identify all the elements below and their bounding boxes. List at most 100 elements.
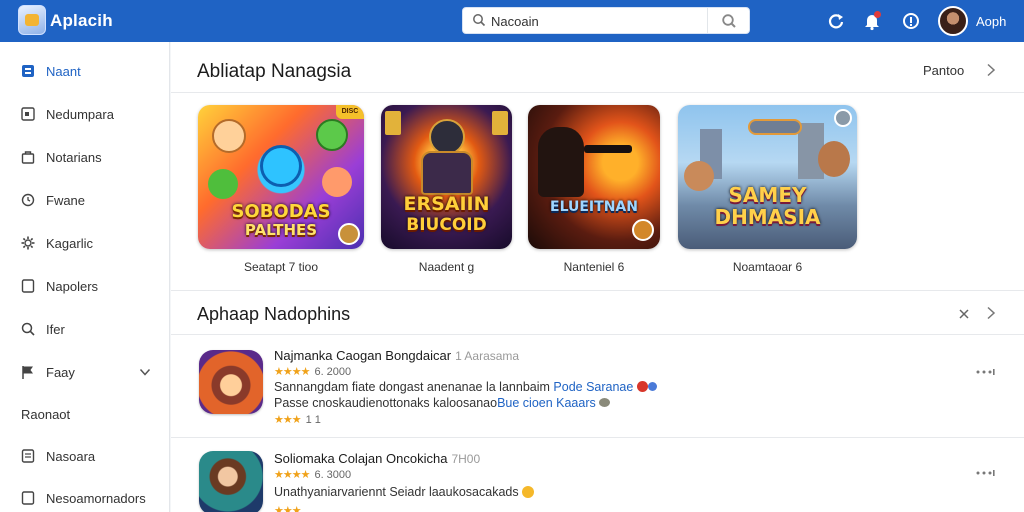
- sidebar-item-faay[interactable]: Faay: [0, 357, 169, 387]
- username[interactable]: Aoph: [976, 14, 1006, 29]
- app-title[interactable]: Soliomaka Colajan Oncokicha 7H00: [274, 451, 480, 466]
- divider: [171, 290, 1024, 291]
- notification-dot: [874, 11, 881, 18]
- game-title[interactable]: Noamtaoar 6: [678, 260, 857, 274]
- game-art-title: SOBODAS: [231, 201, 331, 222]
- game-title[interactable]: Seatapt 7 tioo: [198, 260, 364, 274]
- description-link[interactable]: Pode Saranae: [553, 380, 633, 394]
- app-icon[interactable]: [199, 350, 263, 414]
- game-title[interactable]: Nanteniel 6: [528, 260, 660, 274]
- app-title-text: Najmanka Caogan Bongdaicar: [274, 348, 452, 363]
- sidebar-item-raonaot[interactable]: Raonaot: [0, 399, 169, 429]
- search-input[interactable]: [491, 12, 691, 30]
- game-title[interactable]: Naadent g: [381, 260, 512, 274]
- chevron-down-icon[interactable]: [139, 366, 151, 378]
- stars-icon: ★★★: [274, 505, 302, 512]
- sidebar-item-kagarlic[interactable]: Kagarlic: [0, 228, 169, 258]
- star-rating: ★★★★ 6. 2000: [274, 365, 351, 378]
- app-description: Sannangdam fiate dongast anenanae la lan…: [274, 380, 657, 394]
- search-icon: [21, 322, 35, 336]
- sidebar-item-nedumpara[interactable]: Nedumpara: [0, 99, 169, 129]
- app-logo-icon[interactable]: [18, 5, 46, 35]
- search-box: [462, 7, 750, 34]
- brand-name[interactable]: Aplacih: [50, 11, 113, 31]
- app-icon[interactable]: [199, 451, 263, 512]
- divider: [171, 92, 1024, 93]
- description-link[interactable]: Bue cioen Kaaars: [497, 396, 596, 410]
- sidebar-item-label: Notarians: [46, 150, 102, 165]
- info-icon[interactable]: [901, 11, 921, 31]
- star-rating: ★★★★ 6. 3000: [274, 468, 351, 481]
- featured-card[interactable]: ERSAIIN BIUCOID Naadent g: [381, 105, 512, 275]
- close-icon[interactable]: [958, 308, 970, 320]
- sidebar-item-nasoara[interactable]: Nasoara: [0, 441, 169, 471]
- chevron-right-icon[interactable]: [985, 306, 997, 320]
- avatar[interactable]: [938, 6, 968, 36]
- list-section-title: Aphaap Nadophins: [197, 304, 351, 324]
- app-subtitle: 7H00: [451, 452, 481, 466]
- sidebar-item-home[interactable]: Naant: [0, 56, 169, 86]
- app-description: Unathyaniarvariennt Seiadr laaukosacakad…: [274, 485, 535, 499]
- flag-icon: [22, 366, 33, 379]
- app-icon: [22, 65, 34, 77]
- sidebar-item-ifer[interactable]: Ifer: [0, 314, 169, 344]
- rating-value: 6. 3000: [314, 469, 352, 481]
- more-options-icon[interactable]: [974, 468, 996, 478]
- stars-icon: ★★★★: [274, 469, 310, 481]
- rating-value: 6. 2000: [314, 366, 352, 378]
- square-icon: [21, 449, 35, 463]
- featured-card[interactable]: SAMEY DHMASIA Noamtaoar 6: [678, 105, 857, 275]
- chevron-right-icon[interactable]: [985, 63, 997, 77]
- featured-card[interactable]: SOBODAS PALTHES DISC Seatapt 7 tioo: [198, 105, 364, 275]
- divider: [171, 334, 1024, 335]
- sidebar-item-label: Fwane: [46, 193, 86, 208]
- game-thumbnail[interactable]: ELUEITNAN: [528, 105, 660, 249]
- sidebar-item-label: Ifer: [46, 322, 65, 337]
- sidebar-item-label: Nesoamornadors: [46, 491, 146, 506]
- stars-icon: ★★★: [274, 414, 302, 426]
- emoji-icon: [636, 381, 648, 392]
- game-badge-icon: [338, 223, 360, 245]
- game-art-title: ELUEITNAN: [550, 199, 638, 215]
- sidebar-item-label: Kagarlic: [46, 236, 93, 251]
- app-subtitle: 1 Aarasama: [455, 349, 520, 363]
- rating-value: 1 1: [305, 414, 321, 426]
- app-title-text: Soliomaka Colajan Oncokicha: [274, 451, 448, 466]
- see-more-link[interactable]: Pantoo: [923, 63, 964, 78]
- sidebar-item-label: Naant: [46, 64, 81, 79]
- game-badge-icon: [632, 219, 654, 241]
- app-title[interactable]: Najmanka Caogan Bongdaicar 1 Aarasama: [274, 348, 519, 363]
- refresh-icon[interactable]: [826, 11, 846, 31]
- game-thumbnail[interactable]: SAMEY DHMASIA: [678, 105, 857, 249]
- sidebar-item-fwane[interactable]: Fwane: [0, 185, 169, 215]
- sidebar-item-napolers[interactable]: Napolers: [0, 271, 169, 301]
- emoji-icon: [522, 486, 535, 498]
- star-rating: ★★★: [274, 504, 302, 512]
- game-badge-icon: [834, 109, 852, 127]
- top-bar: Aplacih Aoph: [0, 0, 1024, 42]
- sidebar-item-notarians[interactable]: Notarians: [0, 142, 169, 172]
- disc-badge: DISC: [336, 105, 364, 119]
- game-art-title: ERSAIIN: [403, 193, 490, 215]
- featured-section-title: Abliatap Nanagsia: [197, 61, 352, 82]
- sidebar: Naant Nedumpara Notarians Fwane Kagarlic…: [0, 42, 170, 512]
- clock-icon: [21, 193, 35, 207]
- search-icon: [721, 13, 736, 28]
- description-text: Sannangdam fiate dongast anenanae la lan…: [274, 380, 550, 394]
- game-thumbnail[interactable]: SOBODAS PALTHES DISC: [198, 105, 364, 249]
- game-art-title: SAMEY: [728, 183, 807, 207]
- star-rating: ★★★ 1 1: [274, 413, 321, 426]
- list-item[interactable]: Soliomaka Colajan Oncokicha 7H00 ★★★★ 6. 3…: [171, 441, 1024, 512]
- game-art-subtitle: BIUCOID: [406, 215, 487, 235]
- featured-card[interactable]: ELUEITNAN Nanteniel 6: [528, 105, 660, 275]
- description-text: Passe cnoskaudienottonaks kaloosanao: [274, 396, 498, 410]
- game-thumbnail[interactable]: ERSAIIN BIUCOID: [381, 105, 512, 249]
- emoji-icon: [647, 382, 657, 391]
- bag-icon: [21, 151, 35, 164]
- search-button[interactable]: [707, 8, 749, 33]
- list-item[interactable]: Najmanka Caogan Bongdaicar 1 Aarasama ★★★…: [171, 338, 1024, 434]
- more-options-icon[interactable]: [974, 367, 996, 377]
- sidebar-item-label: Raonaot: [21, 407, 71, 422]
- divider: [171, 437, 1024, 438]
- sidebar-item-nesoamornadors[interactable]: Nesoamornadors: [0, 483, 169, 512]
